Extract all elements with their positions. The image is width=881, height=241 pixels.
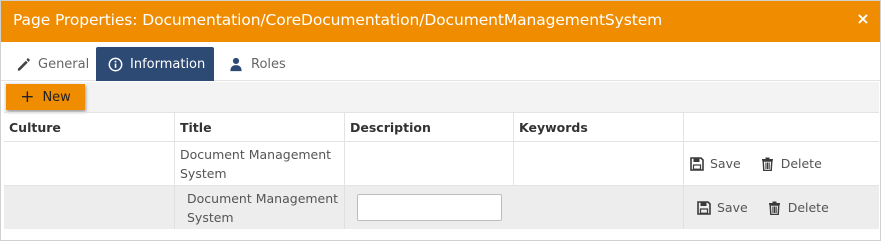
actions-cell: Save Delete xyxy=(684,142,879,185)
column-header-keywords[interactable]: Keywords xyxy=(514,113,684,142)
title-value: Document Management System xyxy=(180,146,332,181)
info-circle-icon xyxy=(108,56,123,72)
keywords-cell xyxy=(514,186,684,229)
table-row: Document Management System Save Delete xyxy=(4,142,879,186)
trash-icon xyxy=(768,201,782,215)
tab-roles[interactable]: Roles xyxy=(228,47,286,81)
title-cell: Document Management System xyxy=(175,142,345,185)
column-header-description[interactable]: Description xyxy=(345,113,514,142)
dialog-title: Page Properties: Documentation/CoreDocum… xyxy=(13,11,663,29)
save-label: Save xyxy=(717,200,748,215)
column-header-actions xyxy=(684,113,879,142)
save-button[interactable]: Save xyxy=(690,154,741,173)
actions-cell: Save Delete xyxy=(684,186,879,229)
dialog-titlebar: Page Properties: Documentation/CoreDocum… xyxy=(1,1,880,42)
page-properties-dialog: Page Properties: Documentation/CoreDocum… xyxy=(0,0,881,241)
pencil-icon xyxy=(15,56,31,72)
grid-header: Culture Title Description Keywords xyxy=(4,112,879,142)
floppy-disk-icon xyxy=(697,200,711,215)
save-button[interactable]: Save xyxy=(697,198,748,217)
title-value: Document Management System xyxy=(187,190,339,225)
new-button[interactable]: + New xyxy=(6,84,85,110)
description-input[interactable] xyxy=(357,194,502,221)
delete-label: Delete xyxy=(787,200,829,215)
delete-label: Delete xyxy=(780,156,822,171)
tab-general[interactable]: General xyxy=(15,47,89,81)
culture-cell xyxy=(4,142,175,185)
user-icon xyxy=(228,56,244,72)
floppy-disk-icon xyxy=(690,156,704,171)
table-row-editing: Document Management System Save Delete xyxy=(4,186,879,229)
plus-icon: + xyxy=(20,86,35,107)
tab-roles-label: Roles xyxy=(251,56,286,72)
new-button-label: New xyxy=(42,89,71,105)
column-header-culture[interactable]: Culture xyxy=(4,113,175,142)
description-cell xyxy=(345,142,514,185)
save-label: Save xyxy=(710,156,741,171)
grid-toolbar: + New xyxy=(4,82,879,112)
description-cell xyxy=(345,186,514,229)
trash-icon xyxy=(761,157,775,171)
tab-bar: General Information Roles xyxy=(1,42,880,81)
information-grid: Culture Title Description Keywords xyxy=(4,112,879,142)
culture-cell xyxy=(4,186,175,229)
delete-button[interactable]: Delete xyxy=(761,154,822,173)
tab-information-label: Information xyxy=(130,56,206,72)
tab-information[interactable]: Information xyxy=(96,47,214,81)
tab-general-label: General xyxy=(38,56,90,72)
keywords-cell xyxy=(514,142,684,185)
delete-button[interactable]: Delete xyxy=(768,198,829,217)
close-icon[interactable]: × xyxy=(854,10,872,28)
column-header-title[interactable]: Title xyxy=(175,113,345,142)
title-cell: Document Management System xyxy=(175,186,345,229)
